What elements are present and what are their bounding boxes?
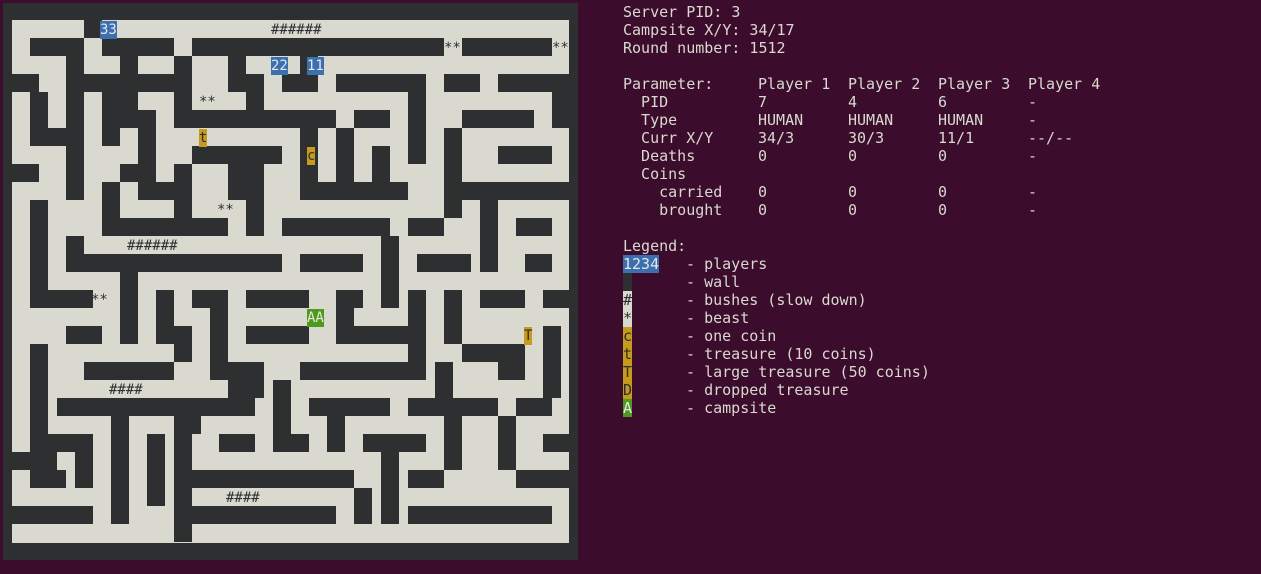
treasure-marker: t: [199, 129, 208, 147]
beast-marker: **: [444, 40, 461, 56]
legend-treasure-text: - treasure (10 coins): [677, 345, 876, 363]
campsite-marker: AA: [307, 309, 324, 327]
param-row-label: Coins: [623, 165, 687, 183]
param-cell: HUMAN: [758, 111, 804, 129]
legend-wall-swatch: [623, 273, 632, 291]
beast-marker: **: [552, 40, 569, 56]
param-cell: 6: [938, 93, 948, 111]
bush-cluster: ######: [271, 22, 322, 38]
player-2-marker: 22: [271, 57, 288, 75]
param-cell: 0: [938, 147, 948, 165]
beast-marker: **: [217, 202, 234, 218]
param-row-label: Curr X/Y: [623, 129, 714, 147]
bush-cluster: ####: [109, 382, 143, 398]
legend-wall-text: - wall: [677, 273, 741, 291]
legend-bush-swatch: #: [623, 291, 633, 309]
large-treasure-marker: T: [524, 327, 533, 345]
legend-players-swatch: 1234: [623, 255, 660, 273]
legend-dropped-swatch: D: [623, 381, 633, 399]
beast-marker: **: [199, 94, 216, 110]
param-cell: -: [1028, 201, 1038, 219]
legend-dropped-text: - dropped treasure: [677, 381, 849, 399]
legend-campsite-swatch: A: [623, 399, 633, 417]
param-cell: -: [1028, 147, 1038, 165]
param-cell: 7: [758, 93, 768, 111]
param-cell: 0: [938, 201, 948, 219]
campsite-coords: Campsite X/Y: 34/17: [623, 21, 795, 39]
player-3-marker: 33: [100, 21, 117, 39]
beast-marker: **: [552, 94, 569, 110]
param-cell: 0: [938, 183, 948, 201]
param-cell: 0: [848, 183, 858, 201]
param-header-player1: Player 1: [758, 75, 831, 93]
legend-large-treasure-swatch: T: [623, 363, 633, 381]
legend-coin-text: - one coin: [677, 327, 777, 345]
param-header-player2: Player 2: [848, 75, 921, 93]
param-row-label: carried: [623, 183, 723, 201]
param-row-label: PID: [623, 93, 669, 111]
param-cell: 0: [758, 147, 768, 165]
param-row-label: Deaths: [623, 147, 696, 165]
coin-marker: c: [307, 147, 316, 165]
legend-campsite-text: - campsite: [677, 399, 777, 417]
legend-treasure-swatch: t: [623, 345, 633, 363]
bush-cluster: ######: [127, 238, 178, 254]
param-row-label: brought: [623, 201, 723, 219]
legend-beast-text: - beast: [677, 309, 750, 327]
legend-title: Legend:: [623, 237, 687, 255]
round-number: Round number: 1512: [623, 39, 786, 57]
param-cell: 0: [848, 201, 858, 219]
legend-bush-text: - bushes (slow down): [677, 291, 867, 309]
maze-walls: [12, 20, 570, 543]
maze-board: 33 22 11 ###### ###### #### #### ** ** *…: [3, 3, 578, 560]
param-cell: 34/3: [758, 129, 795, 147]
param-cell: -: [1028, 93, 1038, 111]
param-cell: HUMAN: [848, 111, 894, 129]
legend-players-text: - players: [677, 255, 768, 273]
param-cell: HUMAN: [938, 111, 984, 129]
param-cell: -: [1028, 111, 1038, 129]
param-header-player3: Player 3: [938, 75, 1011, 93]
legend-coin-swatch: c: [623, 327, 633, 345]
legend-large-treasure-text: - large treasure (50 coins): [677, 363, 930, 381]
param-cell: 0: [758, 183, 768, 201]
param-cell: 0: [758, 201, 768, 219]
param-row-label: Type: [623, 111, 678, 129]
param-cell: 11/1: [938, 129, 975, 147]
bush-cluster: ####: [226, 490, 260, 506]
legend-beast-swatch: *: [623, 309, 633, 327]
param-cell: 4: [848, 93, 858, 111]
param-cell: 30/3: [848, 129, 885, 147]
param-header-label: Parameter:: [623, 75, 714, 93]
player-1-marker: 11: [307, 57, 324, 75]
beast-marker: **: [91, 292, 108, 308]
param-cell: --/--: [1028, 129, 1074, 147]
param-cell: -: [1028, 183, 1038, 201]
param-cell: 0: [848, 147, 858, 165]
server-pid: Server PID: 3: [623, 3, 741, 21]
param-header-player4: Player 4: [1028, 75, 1101, 93]
